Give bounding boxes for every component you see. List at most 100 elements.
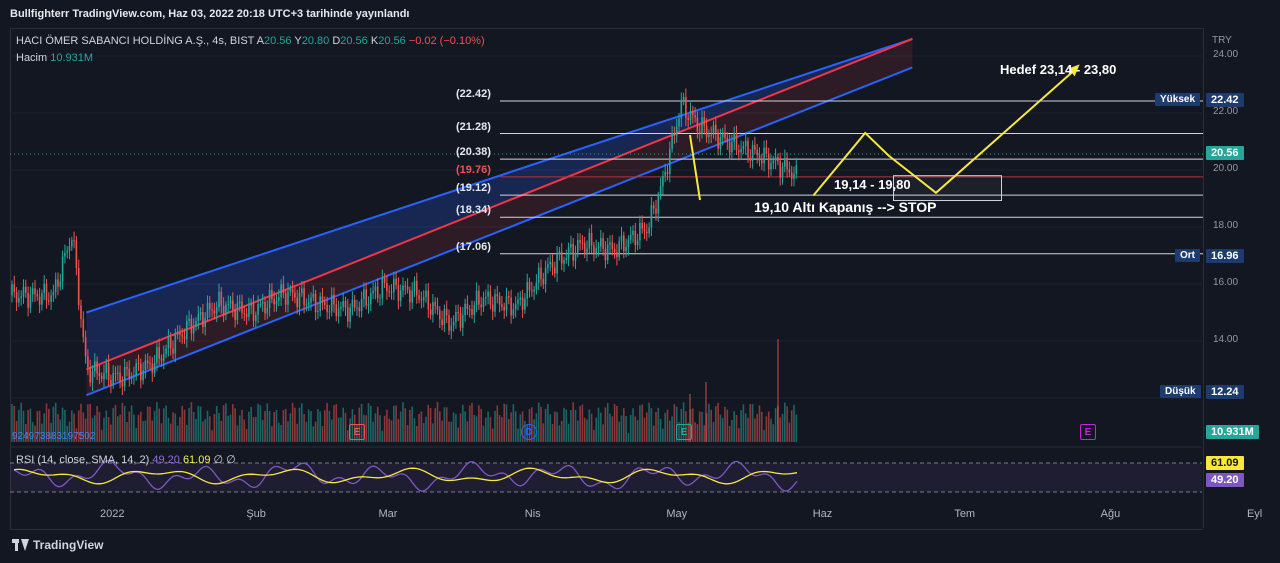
- candle-body[interactable]: [740, 148, 742, 153]
- candle-body[interactable]: [673, 133, 676, 136]
- candle-body[interactable]: [186, 320, 188, 340]
- candle-body[interactable]: [678, 118, 680, 127]
- candle-body[interactable]: [648, 227, 650, 234]
- candle-body[interactable]: [374, 286, 377, 291]
- candle-body[interactable]: [31, 288, 34, 295]
- candle-body[interactable]: [337, 308, 340, 317]
- candle-body[interactable]: [659, 186, 662, 196]
- candle-body[interactable]: [744, 140, 747, 146]
- candle-body[interactable]: [317, 310, 319, 313]
- candle-body[interactable]: [94, 361, 96, 372]
- candle-body[interactable]: [64, 252, 66, 257]
- candle-body[interactable]: [790, 172, 793, 179]
- candle-body[interactable]: [117, 372, 119, 374]
- candle-body[interactable]: [294, 292, 296, 298]
- candle-body[interactable]: [708, 134, 710, 137]
- candle-body[interactable]: [227, 303, 229, 305]
- symbol-name[interactable]: HACI ÖMER SABANCI HOLDİNG A.Ş., 4s, BIST: [16, 35, 254, 47]
- candle-body[interactable]: [774, 157, 777, 161]
- candle-body[interactable]: [432, 302, 434, 315]
- candle-body[interactable]: [563, 260, 565, 264]
- zone-annotation[interactable]: 19,14 - 19,80: [834, 177, 911, 192]
- candle-body[interactable]: [259, 303, 262, 305]
- candle-body[interactable]: [112, 372, 114, 385]
- candle-body[interactable]: [209, 302, 211, 310]
- event-marker[interactable]: E: [1080, 424, 1096, 440]
- candle-body[interactable]: [586, 248, 588, 253]
- candle-body[interactable]: [220, 291, 223, 306]
- candle-body[interactable]: [609, 242, 611, 245]
- candle-body[interactable]: [606, 244, 609, 261]
- candle-body[interactable]: [429, 309, 432, 315]
- candle-body[interactable]: [687, 118, 689, 120]
- candle-body[interactable]: [480, 304, 482, 308]
- candle-body[interactable]: [724, 132, 726, 139]
- candle-body[interactable]: [482, 298, 485, 308]
- candle-body[interactable]: [172, 348, 174, 354]
- candle-body[interactable]: [439, 309, 441, 320]
- candle-body[interactable]: [565, 258, 568, 261]
- candle-body[interactable]: [156, 346, 158, 364]
- candle-body[interactable]: [137, 362, 140, 364]
- candle-body[interactable]: [225, 304, 227, 315]
- candle-body[interactable]: [416, 280, 418, 296]
- candle-body[interactable]: [243, 313, 246, 315]
- candle-body[interactable]: [324, 301, 326, 305]
- candle-body[interactable]: [487, 291, 489, 297]
- candle-body[interactable]: [528, 282, 531, 291]
- candle-body[interactable]: [192, 326, 195, 334]
- candle-body[interactable]: [501, 304, 503, 307]
- candle-body[interactable]: [372, 290, 374, 294]
- candle-body[interactable]: [560, 251, 563, 264]
- candle-body[interactable]: [48, 300, 50, 302]
- candle-body[interactable]: [215, 307, 218, 314]
- candle-body[interactable]: [312, 293, 315, 298]
- candle-body[interactable]: [370, 293, 372, 305]
- candle-body[interactable]: [418, 295, 420, 300]
- candle-body[interactable]: [105, 362, 108, 373]
- candle-body[interactable]: [41, 293, 43, 305]
- candle-body[interactable]: [238, 301, 241, 304]
- candle-body[interactable]: [751, 145, 754, 161]
- candle-body[interactable]: [11, 284, 13, 296]
- candle-body[interactable]: [271, 290, 273, 299]
- candle-body[interactable]: [491, 304, 494, 312]
- candle-body[interactable]: [519, 297, 522, 300]
- candle-body[interactable]: [326, 304, 328, 312]
- candle-body[interactable]: [733, 133, 735, 142]
- candle-body[interactable]: [666, 171, 669, 174]
- candle-body[interactable]: [38, 296, 41, 305]
- currency-label[interactable]: TRY: [1212, 35, 1232, 46]
- candle-body[interactable]: [567, 247, 570, 259]
- candle-body[interactable]: [406, 286, 409, 290]
- stop-annotation[interactable]: 19,10 Altı Kapanış --> STOP: [754, 199, 936, 215]
- candle-body[interactable]: [756, 149, 758, 155]
- candle-body[interactable]: [234, 309, 236, 320]
- candle-body[interactable]: [457, 311, 459, 313]
- candle-body[interactable]: [103, 372, 105, 380]
- candle-body[interactable]: [604, 248, 607, 261]
- candle-body[interactable]: [793, 173, 795, 179]
- candle-body[interactable]: [498, 296, 501, 305]
- candle-body[interactable]: [100, 375, 103, 380]
- candle-body[interactable]: [664, 171, 666, 176]
- candle-body[interactable]: [512, 309, 515, 316]
- candle-body[interactable]: [703, 117, 706, 127]
- channel-lower-line[interactable]: [86, 66, 913, 397]
- candle-body[interactable]: [600, 238, 602, 247]
- candle-body[interactable]: [25, 286, 27, 293]
- candle-body[interactable]: [602, 238, 604, 249]
- candle-body[interactable]: [781, 166, 784, 178]
- candle-body[interactable]: [126, 366, 128, 369]
- candle-body[interactable]: [710, 134, 712, 136]
- candle-body[interactable]: [190, 318, 193, 334]
- candle-body[interactable]: [211, 309, 213, 311]
- candle-body[interactable]: [363, 289, 365, 299]
- last-price-badge[interactable]: 20.56: [1206, 146, 1244, 161]
- candle-body[interactable]: [735, 133, 738, 151]
- candle-body[interactable]: [611, 242, 614, 250]
- candle-body[interactable]: [485, 296, 487, 299]
- candle-body[interactable]: [153, 363, 156, 374]
- candle-body[interactable]: [84, 337, 87, 357]
- candle-body[interactable]: [777, 157, 779, 162]
